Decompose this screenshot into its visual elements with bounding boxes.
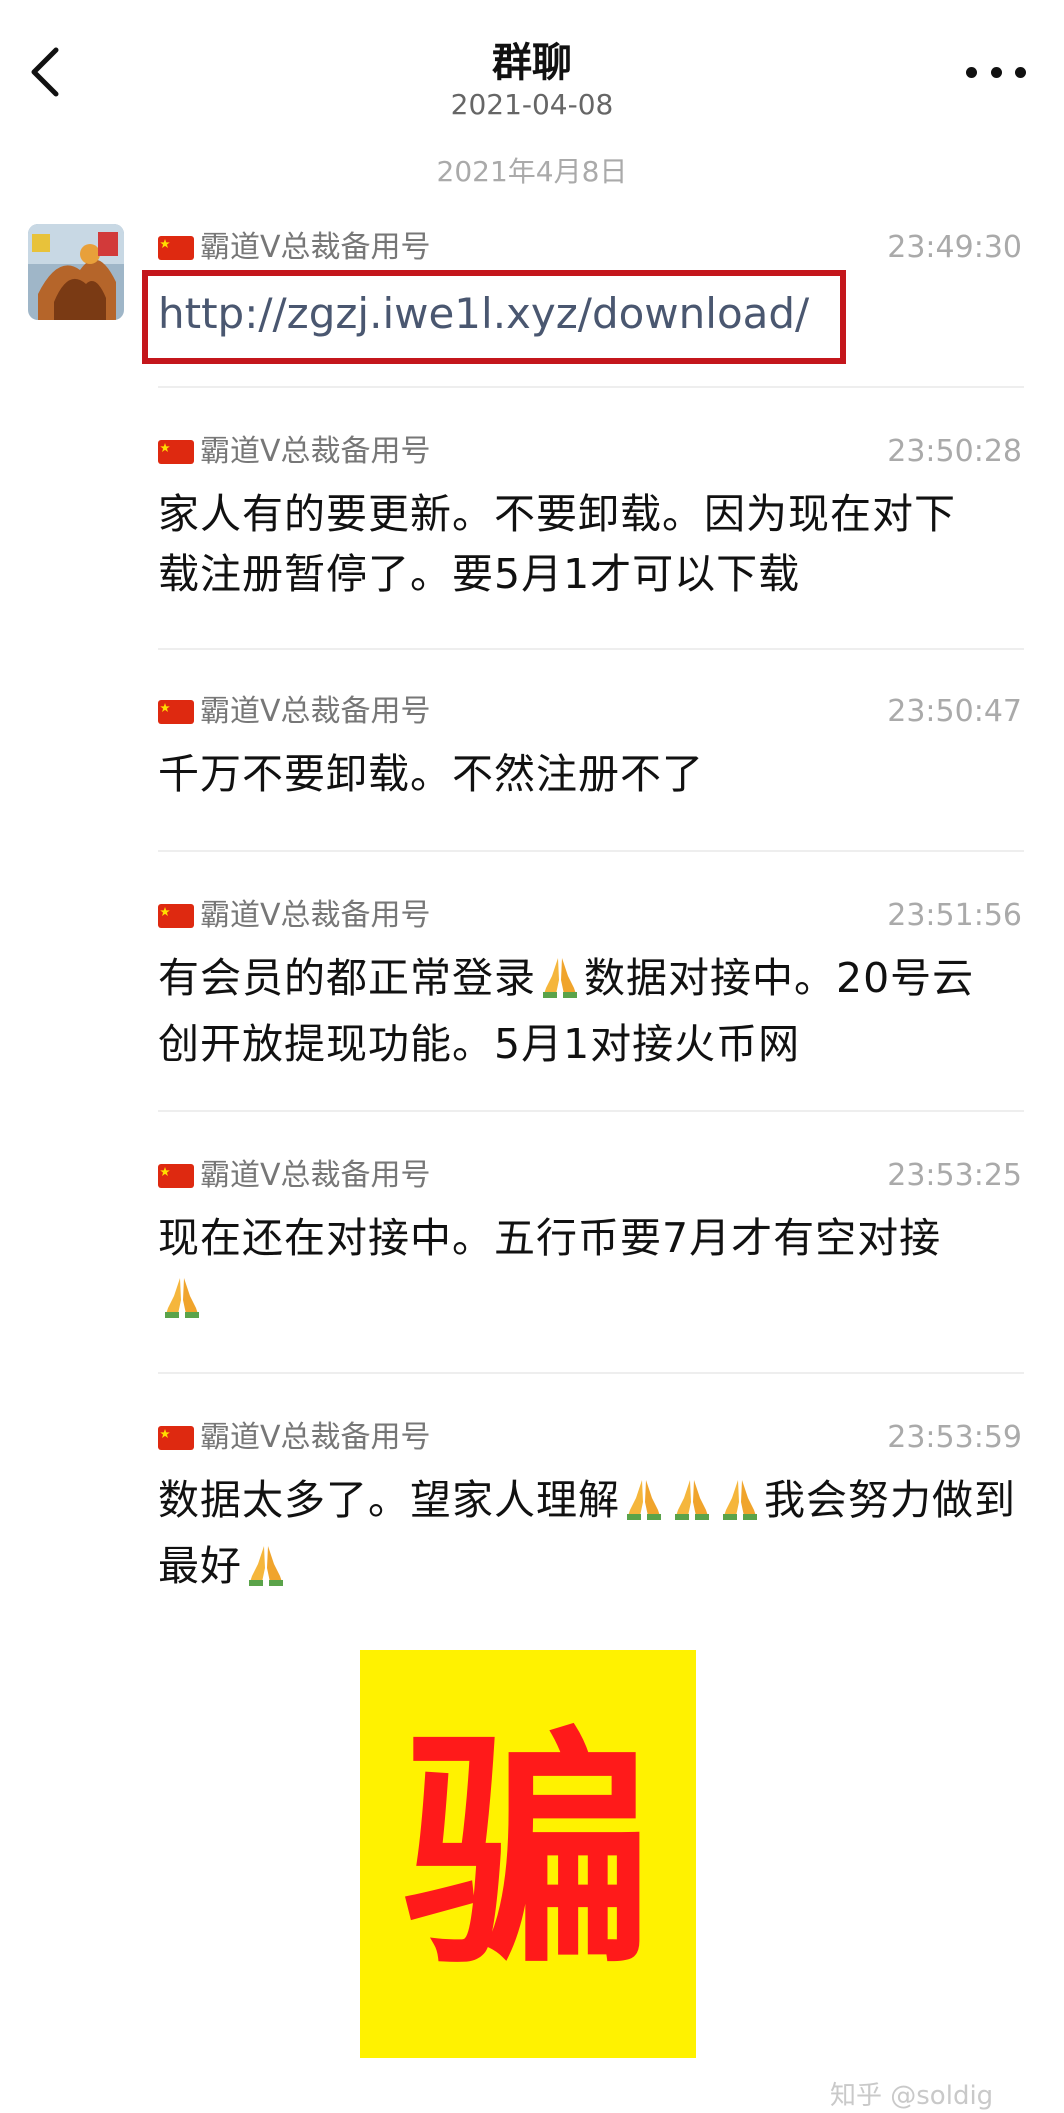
scam-stamp: 骗 [360, 1650, 696, 2058]
message-time: 23:51:56 [887, 898, 1022, 933]
more-button[interactable] [966, 62, 1026, 82]
message-item: 霸道V总裁备用号 23:49:30 [158, 228, 1024, 268]
watermark: 知乎 @soldig [830, 2081, 994, 2111]
sender-name: 霸道V总裁备用号 [200, 898, 431, 933]
sender-name: 霸道V总裁备用号 [200, 230, 431, 265]
sender-name: 霸道V总裁备用号 [200, 434, 431, 469]
pray-emoji [160, 1274, 204, 1334]
avatar[interactable] [28, 224, 124, 320]
sender-name: 霸道V总裁备用号 [200, 694, 431, 729]
divider [158, 1372, 1024, 1374]
divider [158, 1110, 1024, 1112]
china-flag-icon [158, 904, 194, 928]
china-flag-icon [158, 440, 194, 464]
china-flag-icon [158, 1426, 194, 1450]
message-time: 23:50:47 [887, 694, 1022, 729]
message-time: 23:53:25 [887, 1158, 1022, 1193]
divider [158, 648, 1024, 650]
pray-emoji [670, 1476, 714, 1536]
china-flag-icon [158, 700, 194, 724]
divider [158, 850, 1024, 852]
message-text: 数据太多了。望家人理解 我会努力做到最好 [158, 1470, 1024, 1602]
date-separator: 2021年4月8日 [436, 155, 628, 188]
pray-emoji [244, 1542, 288, 1602]
sender-name: 霸道V总裁备用号 [200, 1158, 431, 1193]
divider [158, 386, 1024, 388]
message-item: 霸道V总裁备用号 23:51:56 有会员的都正常登录 数据对接中。20号云创开放… [158, 896, 1024, 1074]
message-item: 霸道V总裁备用号 23:50:47 千万不要卸载。不然注册不了 [158, 692, 1024, 804]
scam-stamp-text: 骗 [403, 1707, 653, 1998]
pray-emoji [718, 1476, 762, 1536]
message-item: 霸道V总裁备用号 23:53:25 现在还在对接中。五行币要7月才有空对接 [158, 1156, 1024, 1334]
message-text: 千万不要卸载。不然注册不了 [158, 750, 704, 798]
chat-header: 群聊 2021-04-08 [0, 0, 1064, 150]
china-flag-icon [158, 236, 194, 260]
chat-date: 2021-04-08 [450, 88, 614, 121]
chat-title: 群聊 [492, 40, 572, 86]
message-item: 霸道V总裁备用号 23:50:28 家人有的要更新。不要卸载。因为现在对下载注册… [158, 432, 1024, 604]
message-text: 现在还在对接中。五行币要7月才有空对接 [158, 1208, 1024, 1334]
message-time: 23:53:59 [887, 1420, 1022, 1455]
pray-emoji [538, 954, 582, 1014]
more-icon [966, 66, 977, 78]
message-text: 有会员的都正常登录 数据对接中。20号云创开放提现功能。5月1对接火币网 [158, 954, 975, 1068]
message-item: 霸道V总裁备用号 23:53:59 数据太多了。望家人理解 我会努力做到最好 [158, 1418, 1024, 1602]
message-text: 家人有的要更新。不要卸载。因为现在对下载注册暂停了。要5月1才可以下载 [158, 490, 956, 598]
china-flag-icon [158, 1164, 194, 1188]
sender-name: 霸道V总裁备用号 [200, 1420, 431, 1455]
message-time: 23:50:28 [887, 434, 1022, 469]
message-link[interactable]: http://zgzj.iwe1l.xyz/download/ [158, 286, 809, 342]
message-time: 23:49:30 [887, 230, 1022, 265]
pray-emoji [622, 1476, 666, 1536]
